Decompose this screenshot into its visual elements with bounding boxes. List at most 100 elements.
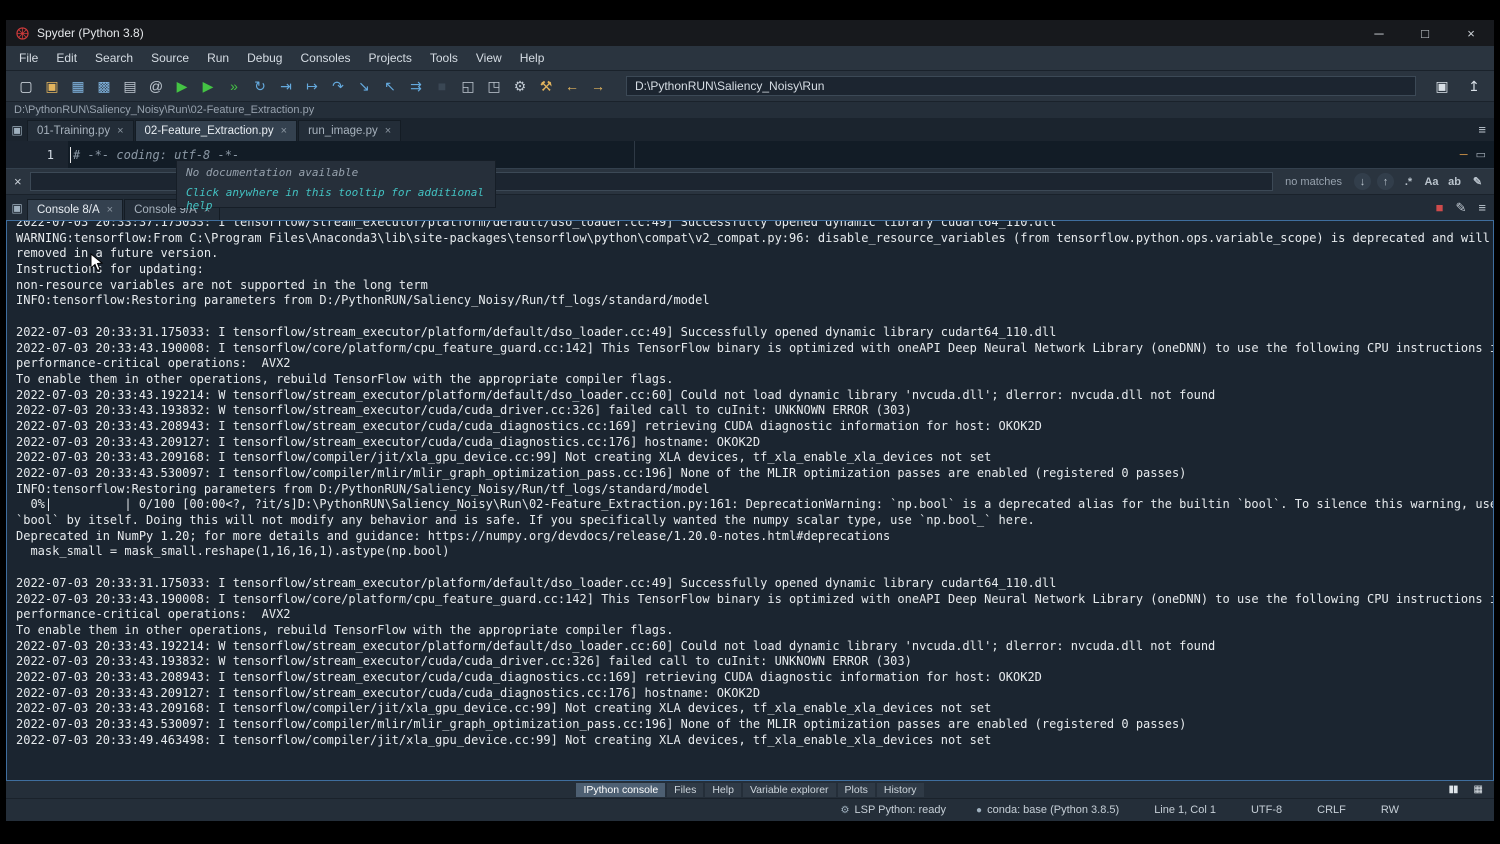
run-cell-icon[interactable]: ▶ bbox=[196, 75, 220, 97]
forward-icon[interactable]: → bbox=[586, 75, 610, 97]
console-line: 2022-07-03 20:33:43.208943: I tensorflow… bbox=[16, 419, 1493, 435]
console-line: mask_small = mask_small.reshape(1,16,16,… bbox=[16, 544, 1493, 560]
console-line: Instructions for updating: bbox=[16, 262, 1493, 278]
find-close-icon[interactable]: × bbox=[14, 174, 22, 189]
tab-label: Console 8/A bbox=[37, 204, 100, 216]
menu-item[interactable]: Debug bbox=[238, 51, 291, 65]
interrupt-kernel-icon[interactable]: ■ bbox=[1436, 200, 1444, 215]
minimize-button[interactable]: ─ bbox=[1356, 20, 1402, 46]
status-label: RW bbox=[1381, 804, 1399, 816]
pane-tab[interactable]: Files bbox=[667, 783, 703, 797]
pane-tab[interactable]: History bbox=[877, 783, 924, 797]
browse-console-tabs-icon[interactable]: ▣ bbox=[8, 201, 26, 215]
pause-icon[interactable]: ▮▮ bbox=[1449, 784, 1458, 795]
save-file-icon[interactable]: ▦ bbox=[66, 75, 90, 97]
new-file-icon[interactable]: ▢ bbox=[14, 75, 38, 97]
pane-tab[interactable]: IPython console bbox=[576, 783, 665, 797]
ipython-console-pane[interactable]: 2022-07-03 20:33:37.175033: I tensorflow… bbox=[6, 220, 1494, 781]
step-into-icon[interactable]: ↘ bbox=[352, 75, 376, 97]
preview-icon[interactable]: ▦ bbox=[1474, 784, 1482, 795]
console-tab[interactable]: Console 8/A × bbox=[27, 199, 123, 220]
create-cell-icon[interactable]: @ bbox=[144, 75, 168, 97]
highlight-toggle[interactable]: ✎ bbox=[1469, 173, 1486, 190]
run-selection-icon[interactable]: ⇥ bbox=[274, 75, 298, 97]
preferences-icon[interactable]: ⚙ bbox=[508, 75, 532, 97]
conda-environment: ● conda: base (Python 3.8.5) bbox=[976, 804, 1119, 816]
case-toggle[interactable]: Aa bbox=[1423, 173, 1440, 190]
rerun-cell-icon[interactable]: ↻ bbox=[248, 75, 272, 97]
console-options-icon[interactable]: ≡ bbox=[1478, 200, 1486, 215]
menu-item[interactable]: File bbox=[10, 51, 47, 65]
stop-icon[interactable]: ■ bbox=[430, 75, 454, 97]
tab-close-icon[interactable]: × bbox=[107, 204, 113, 216]
documentation-tooltip[interactable]: No documentation available Click anywher… bbox=[176, 160, 496, 208]
back-icon[interactable]: ← bbox=[560, 75, 584, 97]
editor-tab[interactable]: 01-Training.py × bbox=[27, 120, 134, 141]
editor-options-menu-icon[interactable]: ≡ bbox=[1478, 122, 1486, 137]
menu-item[interactable]: Search bbox=[86, 51, 142, 65]
editor-tab[interactable]: run_image.py × bbox=[298, 120, 401, 141]
editor-tab[interactable]: 02-Feature_Extraction.py × bbox=[135, 120, 298, 141]
fullscreen-icon[interactable]: ◳ bbox=[482, 75, 506, 97]
working-directory-input[interactable] bbox=[626, 76, 1416, 96]
breadcrumb: D:\PythonRUN\Saliency_Noisy\Run\02-Featu… bbox=[14, 104, 314, 116]
whole-word-toggle[interactable]: ab bbox=[1446, 173, 1463, 190]
close-split-icon[interactable]: ─ bbox=[1460, 149, 1468, 161]
open-directory-icon[interactable]: ▣ bbox=[1430, 75, 1454, 97]
console-line: non-resource variables are not supported… bbox=[16, 278, 1493, 294]
browse-tabs-icon[interactable]: ▣ bbox=[8, 123, 26, 137]
console-line: 2022-07-03 20:33:43.209127: I tensorflow… bbox=[16, 435, 1493, 451]
line-number-gutter: 1 bbox=[6, 141, 68, 168]
console-line: 2022-07-03 20:33:43.190008: I tensorflow… bbox=[16, 341, 1493, 357]
maximize-pane-icon[interactable]: ◱ bbox=[456, 75, 480, 97]
debug-file-icon[interactable]: ↦ bbox=[300, 75, 324, 97]
step-return-icon[interactable]: ↖ bbox=[378, 75, 402, 97]
cursor-position: Line 1, Col 1 bbox=[1149, 804, 1216, 816]
pane-tab[interactable]: Help bbox=[705, 783, 741, 797]
print-icon[interactable]: ▤ bbox=[118, 75, 142, 97]
step-over-icon[interactable]: ↷ bbox=[326, 75, 350, 97]
status-bar: ⚙ LSP Python: ready ● conda: base (Pytho… bbox=[6, 798, 1494, 821]
console-line: To enable them in other operations, rebu… bbox=[16, 623, 1493, 639]
menu-item[interactable]: Source bbox=[142, 51, 198, 65]
find-next-icon[interactable]: ↓ bbox=[1354, 173, 1371, 190]
console-line: 2022-07-03 20:33:43.530097: I tensorflow… bbox=[16, 466, 1493, 482]
close-button[interactable]: × bbox=[1448, 20, 1494, 46]
console-line: 2022-07-03 20:33:43.190008: I tensorflow… bbox=[16, 592, 1493, 608]
menu-item[interactable]: Tools bbox=[421, 51, 467, 65]
regex-toggle[interactable]: .* bbox=[1400, 173, 1417, 190]
maximize-button[interactable]: □ bbox=[1402, 20, 1448, 46]
menu-item[interactable]: Run bbox=[198, 51, 238, 65]
pane-buttons: IPython consoleFilesHelpVariable explore… bbox=[576, 783, 923, 797]
parent-directory-icon[interactable]: ↥ bbox=[1462, 75, 1486, 97]
tab-close-icon[interactable]: × bbox=[117, 125, 123, 137]
pane-tab[interactable]: Plots bbox=[838, 783, 875, 797]
pane-tab[interactable]: Variable explorer bbox=[743, 783, 836, 797]
menu-item[interactable]: Edit bbox=[47, 51, 86, 65]
tab-close-icon[interactable]: × bbox=[281, 125, 287, 137]
console-line: INFO:tensorflow:Restoring parameters fro… bbox=[16, 482, 1493, 498]
split-menu-icon[interactable]: ▭ bbox=[1476, 148, 1486, 161]
rename-console-icon[interactable]: ✎ bbox=[1456, 200, 1467, 216]
continue-icon[interactable]: ⇉ bbox=[404, 75, 428, 97]
console-line: removed in a future version. bbox=[16, 246, 1493, 262]
menu-item[interactable]: Help bbox=[511, 51, 554, 65]
tab-close-icon[interactable]: × bbox=[385, 125, 391, 137]
save-all-icon[interactable]: ▩ bbox=[92, 75, 116, 97]
open-file-icon[interactable]: ▣ bbox=[40, 75, 64, 97]
run-cell-advance-icon[interactable]: » bbox=[222, 75, 246, 97]
path-manager-icon[interactable]: ⚒ bbox=[534, 75, 558, 97]
menu-item[interactable]: View bbox=[467, 51, 511, 65]
menu-item[interactable]: Consoles bbox=[291, 51, 359, 65]
console-line: 2022-07-03 20:33:43.193832: W tensorflow… bbox=[16, 403, 1493, 419]
toolbar-icons: ▢▣▦▩▤@▶▶»↻⇥↦↷↘↖⇉■◱◳⚙⚒←→ bbox=[14, 75, 610, 97]
console-line: 2022-07-03 20:33:31.175033: I tensorflow… bbox=[16, 576, 1493, 592]
console-line: INFO:tensorflow:Restoring parameters fro… bbox=[16, 293, 1493, 309]
run-file-icon[interactable]: ▶ bbox=[170, 75, 194, 97]
find-previous-icon[interactable]: ↑ bbox=[1377, 173, 1394, 190]
status-label: CRLF bbox=[1317, 804, 1346, 816]
menu-item[interactable]: Projects bbox=[360, 51, 421, 65]
console-line: 2022-07-03 20:33:43.530097: I tensorflow… bbox=[16, 717, 1493, 733]
main-toolbar: ▢▣▦▩▤@▶▶»↻⇥↦↷↘↖⇉■◱◳⚙⚒←→ ▣↥ bbox=[6, 71, 1494, 102]
breadcrumb-row: D:\PythonRUN\Saliency_Noisy\Run\02-Featu… bbox=[6, 102, 1494, 118]
